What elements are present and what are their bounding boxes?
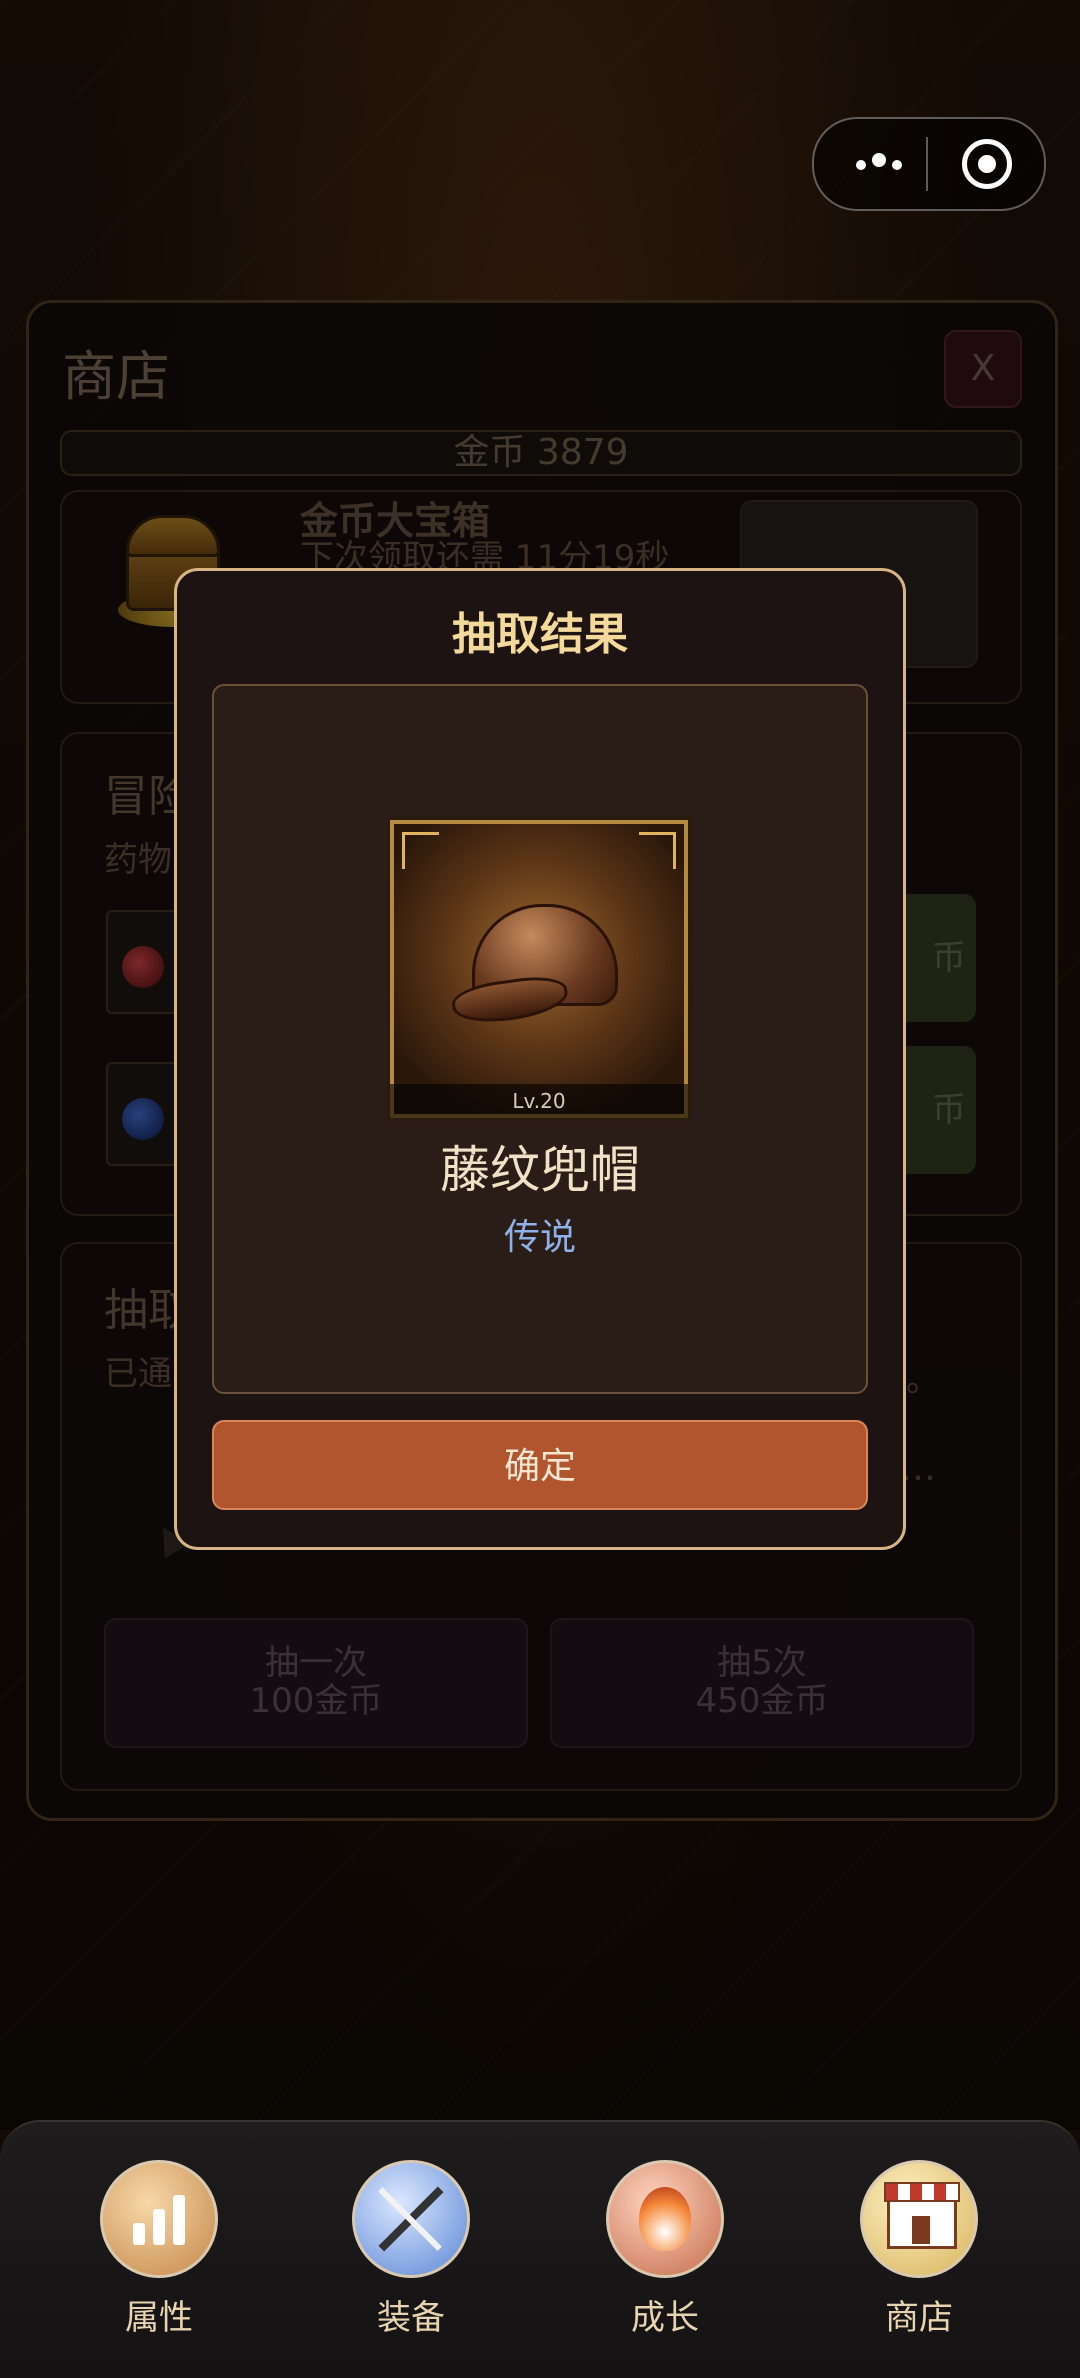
- mini-program-capsule: [812, 117, 1046, 211]
- nav-item-store[interactable]: 商店: [854, 2160, 984, 2339]
- modal-title: 抽取结果: [452, 609, 628, 660]
- stats-icon: [100, 2160, 218, 2278]
- equipment-icon: [352, 2160, 470, 2278]
- helmet-icon: [449, 894, 632, 1034]
- nav-item-equipment[interactable]: 装备: [346, 2160, 476, 2339]
- more-icon[interactable]: [856, 153, 908, 174]
- item-level: Lv.20: [390, 1084, 688, 1118]
- exit-target-icon[interactable]: [962, 139, 1012, 189]
- item-card[interactable]: [387, 817, 691, 1121]
- item-name: 藤纹兜帽: [440, 1141, 640, 1199]
- confirm-button[interactable]: 确定: [212, 1420, 868, 1510]
- nav-label: 属性: [125, 2298, 193, 2338]
- flame-icon: [606, 2160, 724, 2278]
- nav-item-attributes[interactable]: 属性: [94, 2160, 224, 2339]
- nav-label: 装备: [377, 2298, 445, 2338]
- store-icon: [860, 2160, 978, 2278]
- item-rarity: 传说: [503, 1217, 576, 1258]
- nav-label: 商店: [885, 2298, 953, 2338]
- nav-item-growth[interactable]: 成长: [600, 2160, 730, 2339]
- nav-label: 成长: [631, 2298, 699, 2338]
